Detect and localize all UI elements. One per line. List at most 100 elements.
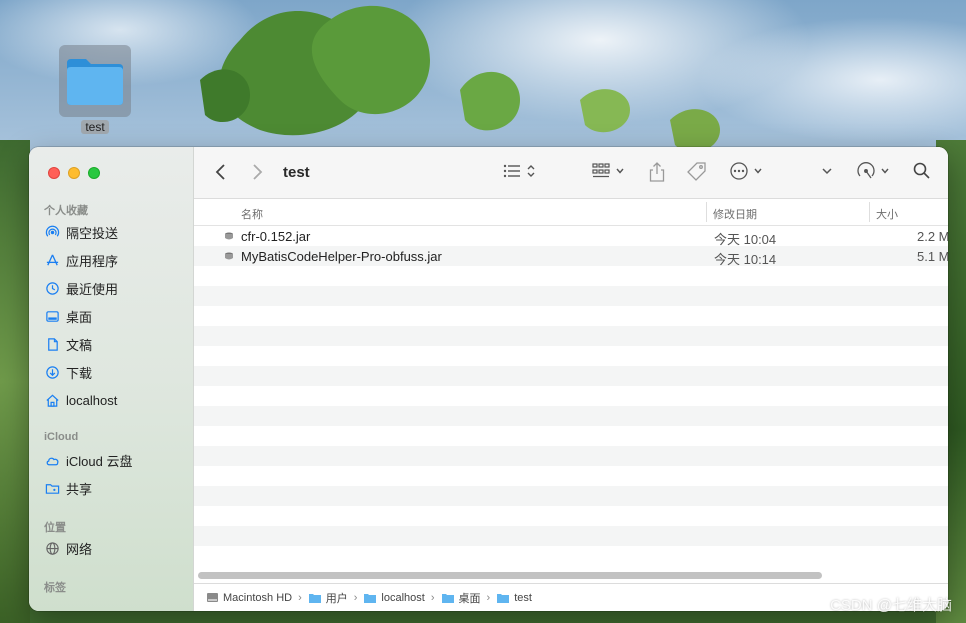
sidebar-item-label: 共享 xyxy=(66,481,93,497)
sidebar-item-airdrop[interactable]: 隔空投送 xyxy=(45,222,118,242)
zoom-button[interactable] xyxy=(88,167,100,179)
table-row[interactable]: cfr-0.152.jar 今天 10:04 2.2 M xyxy=(194,226,948,247)
empty-row xyxy=(194,346,948,366)
sidebar-item-desktop[interactable]: 桌面 xyxy=(45,306,92,326)
column-divider[interactable] xyxy=(706,202,707,222)
close-button[interactable] xyxy=(48,167,60,179)
table-row[interactable]: MyBatisCodeHelper-Pro-obfuss.jar 今天 10:1… xyxy=(194,246,948,267)
path-separator: › xyxy=(298,591,302,604)
desktop-icon xyxy=(46,310,59,322)
grape-leaves-decoration xyxy=(200,5,720,153)
desktop-folder-label: test xyxy=(81,120,109,134)
empty-row xyxy=(194,506,948,526)
path-item-disk[interactable]: Macintosh HD xyxy=(206,591,292,604)
column-divider[interactable] xyxy=(869,202,870,222)
sidebar-section-icloud: iCloud xyxy=(44,431,79,443)
file-browser: test 名称 修改日期 大小 cfr-0.152.jar 今天 10:04 2… xyxy=(194,147,948,611)
sidebar-item-network[interactable]: 网络 xyxy=(45,538,92,558)
column-name[interactable]: 名称 xyxy=(241,206,263,222)
sidebar-item-label: 桌面 xyxy=(66,309,93,325)
folder-icon xyxy=(59,45,131,117)
path-label: 桌面 xyxy=(458,592,481,605)
view-mode-button[interactable] xyxy=(502,161,536,181)
home-icon xyxy=(46,394,59,407)
column-size[interactable]: 大小 xyxy=(876,206,898,222)
downloads-icon xyxy=(46,365,59,379)
sidebar-item-documents[interactable]: 文稿 xyxy=(45,334,92,354)
finder-window: 个人收藏 隔空投送 应用程序 最近使用 桌面 文稿 下载 localhost i… xyxy=(29,147,948,611)
path-item-home[interactable]: localhost xyxy=(363,592,425,604)
path-item-test[interactable]: test xyxy=(496,592,532,604)
watermark: CSDN @七维大脑 xyxy=(830,597,952,614)
search-icon xyxy=(913,162,930,179)
empty-row xyxy=(194,306,948,326)
path-item-users[interactable]: 用户 xyxy=(308,590,348,606)
path-label: 用户 xyxy=(325,592,348,605)
shared-folder-icon xyxy=(45,483,60,494)
sidebar-item-label: 应用程序 xyxy=(66,253,119,269)
hard-disk-icon xyxy=(207,593,218,602)
empty-row xyxy=(194,446,948,466)
tag-button[interactable] xyxy=(686,161,708,183)
search-button[interactable] xyxy=(912,161,932,181)
file-size: 5.1 M xyxy=(917,249,948,264)
sidebar-item-label: iCloud 云盘 xyxy=(66,453,133,469)
airdrop-icon xyxy=(45,225,60,237)
empty-row xyxy=(194,386,948,406)
sidebar-item-downloads[interactable]: 下载 xyxy=(45,362,92,382)
empty-row xyxy=(194,266,948,286)
action-menu-button[interactable] xyxy=(729,161,763,181)
more-toolbar-button[interactable] xyxy=(821,161,833,181)
sidebar-item-label: 网络 xyxy=(66,541,93,557)
jar-file-icon xyxy=(225,252,233,260)
sidebar-section-locations: 位置 xyxy=(44,522,66,534)
folder-icon xyxy=(364,593,377,603)
chevron-left-icon xyxy=(215,164,225,180)
airdrop-share-button[interactable] xyxy=(856,161,890,181)
column-date[interactable]: 修改日期 xyxy=(713,206,757,222)
back-button[interactable] xyxy=(214,161,228,183)
vineyard-left xyxy=(0,140,30,623)
file-size: 2.2 M xyxy=(917,229,948,244)
file-list: cfr-0.152.jar 今天 10:04 2.2 M MyBatisCode… xyxy=(194,226,948,566)
empty-row xyxy=(194,466,948,486)
empty-row xyxy=(194,366,948,386)
share-button[interactable] xyxy=(648,161,666,183)
sidebar-item-label: 隔空投送 xyxy=(66,225,119,241)
group-button[interactable] xyxy=(591,161,625,181)
file-name: MyBatisCodeHelper-Pro-obfuss.jar xyxy=(241,249,442,264)
empty-row xyxy=(194,526,948,546)
sidebar-item-label: 下载 xyxy=(66,365,93,381)
path-separator: › xyxy=(353,591,358,604)
sidebar-item-shared[interactable]: 共享 xyxy=(45,478,92,498)
minimize-button[interactable] xyxy=(68,167,80,179)
jar-file-icon xyxy=(225,232,233,240)
empty-row xyxy=(194,286,948,306)
sidebar-item-recents[interactable]: 最近使用 xyxy=(45,278,118,298)
chevron-updown-icon xyxy=(527,165,535,177)
network-icon xyxy=(46,541,59,555)
sidebar-item-label: 文稿 xyxy=(66,337,93,353)
horizontal-scrollbar[interactable] xyxy=(198,572,822,579)
empty-row xyxy=(194,486,948,506)
column-header: 名称 修改日期 大小 xyxy=(194,199,948,226)
folder-icon xyxy=(308,593,321,603)
empty-row xyxy=(194,326,948,346)
chevron-down-icon xyxy=(822,168,832,175)
chevron-down-icon xyxy=(754,168,762,174)
sidebar: 个人收藏 隔空投送 应用程序 最近使用 桌面 文稿 下载 localhost i… xyxy=(29,147,194,611)
chevron-right-icon xyxy=(253,164,263,180)
sidebar-item-applications[interactable]: 应用程序 xyxy=(45,250,118,270)
path-item-desktop[interactable]: 桌面 xyxy=(441,590,481,606)
share-icon xyxy=(649,162,665,182)
window-controls xyxy=(48,167,100,179)
forward-button[interactable] xyxy=(250,161,264,183)
sidebar-item-label: 最近使用 xyxy=(66,281,119,297)
window-title: test xyxy=(283,164,310,181)
path-label: Macintosh HD xyxy=(223,591,293,604)
folder-icon xyxy=(441,593,454,603)
applications-icon xyxy=(46,254,59,265)
desktop-folder-test[interactable]: test xyxy=(58,45,132,134)
sidebar-item-home[interactable]: localhost xyxy=(45,390,117,410)
sidebar-item-icloud-drive[interactable]: iCloud 云盘 xyxy=(45,450,132,470)
